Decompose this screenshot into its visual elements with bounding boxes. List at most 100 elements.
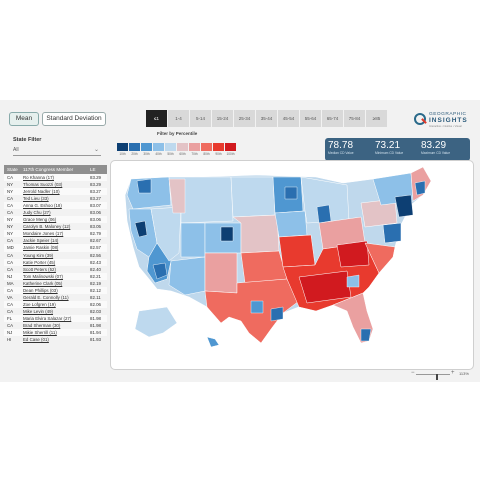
legend-item[interactable]: 60th xyxy=(177,143,188,156)
table-row[interactable]: NY Mondaire Jones (17) 82.79 xyxy=(4,230,107,238)
chevron-down-icon: ⌄ xyxy=(93,147,99,153)
table-row[interactable]: NJ Tom Malinowski (07) 82.21 xyxy=(4,272,107,280)
table-row[interactable]: CA Ted Lieu (33) 83.27 xyxy=(4,195,107,202)
cell-member[interactable]: Young Kim (39) xyxy=(23,252,53,259)
percentile-button[interactable]: 75-84 xyxy=(344,110,366,127)
table-row[interactable]: CA Zoe Lofgren (19) 82.06 xyxy=(4,300,107,308)
cell-member[interactable]: Grace Meng (06) xyxy=(23,216,56,223)
legend-label: 100th xyxy=(226,152,235,156)
table-row[interactable]: VA Gerald E. Connolly (11) 82.11 xyxy=(4,294,107,301)
cell-member[interactable]: Thomas Suozzi (03) xyxy=(23,181,62,188)
cell-member[interactable]: Jamie Raskin (08) xyxy=(23,244,58,251)
table-row[interactable]: CA Katie Porter (45) 82.43 xyxy=(4,258,107,266)
cell-member[interactable]: Mondaire Jones (17) xyxy=(23,230,63,237)
cell-member[interactable]: Tom Malinowski (07) xyxy=(23,273,63,280)
cell-member[interactable]: Brad Sherman (30) xyxy=(23,322,60,329)
cell-state: CA xyxy=(7,308,14,314)
legend-item[interactable]: 30th xyxy=(141,143,152,156)
table-row[interactable]: NY Jerrold Nadler (10) 83.27 xyxy=(4,188,107,196)
cell-member[interactable]: Ed Case (01) xyxy=(23,336,49,343)
legend-item[interactable]: 100th xyxy=(225,143,236,156)
percentile-button[interactable]: 25-34 xyxy=(234,110,256,127)
cell-member[interactable]: Mike Levin (49) xyxy=(23,308,53,315)
stats-card: 78.78 Median CD Value 73.21 Minimum CD Valu… xyxy=(325,138,470,161)
cell-member[interactable]: Carolyn B. Maloney (12) xyxy=(23,223,70,230)
cell-le: 81.94 xyxy=(90,330,101,336)
cell-member[interactable]: Ro Khanna (17) xyxy=(23,174,54,181)
cell-member[interactable]: Ted Lieu (33) xyxy=(23,195,49,202)
map-regions[interactable] xyxy=(124,166,432,348)
table-row[interactable]: FL Maria Elvira Salazar (27) 81.98 xyxy=(4,314,107,322)
cell-member[interactable]: Zoe Lofgren (19) xyxy=(23,301,56,308)
table-row[interactable]: CA Mike Levin (49) 82.03 xyxy=(4,308,107,315)
zoom-in-icon[interactable]: + xyxy=(451,370,455,376)
table-row[interactable]: CA Jackie Speier (14) 82.67 xyxy=(4,237,107,244)
table-row[interactable]: CA Dean Phillips (03) 82.12 xyxy=(4,286,107,294)
zoom-slider-knob[interactable] xyxy=(436,374,438,380)
cell-member[interactable]: Katherine Clark (05) xyxy=(23,280,62,287)
header-le[interactable]: LE xyxy=(90,165,96,174)
cell-member[interactable]: Scott Peters (52) xyxy=(23,266,56,273)
header-member[interactable]: 117th Congress Member xyxy=(23,165,73,174)
legend-item[interactable]: 80th xyxy=(201,143,212,156)
table-row[interactable]: NJ Mikie Sherrill (11) 81.94 xyxy=(4,329,107,337)
table-row[interactable]: CA Scott Peters (52) 82.40 xyxy=(4,266,107,273)
table-row[interactable]: MA Katherine Clark (05) 82.19 xyxy=(4,280,107,287)
zoom-slider[interactable] xyxy=(416,374,450,380)
percentile-button[interactable]: 45-54 xyxy=(278,110,300,127)
table-row[interactable]: CA Young Kim (39) 82.56 xyxy=(4,252,107,259)
percentile-button[interactable]: 65-74 xyxy=(322,110,344,127)
cell-state: HI xyxy=(7,337,12,343)
zoom-out-icon[interactable]: − xyxy=(411,370,415,376)
cell-member[interactable]: Jerrold Nadler (10) xyxy=(23,188,60,195)
us-district-map[interactable] xyxy=(111,161,473,369)
filter-by-percentile-label: Filter by Percentile xyxy=(157,131,198,136)
header-state[interactable]: State xyxy=(7,165,18,174)
table-row[interactable]: CA Anna G. Eshoo (18) 83.07 xyxy=(4,202,107,210)
table-row[interactable]: NY Grace Meng (06) 83.06 xyxy=(4,216,107,224)
cell-member[interactable]: Mikie Sherrill (11) xyxy=(23,329,57,336)
cell-member[interactable]: Dean Phillips (03) xyxy=(23,287,58,294)
legend-item[interactable]: 20th xyxy=(129,143,140,156)
percentile-button[interactable]: 5-14 xyxy=(190,110,212,127)
table-row[interactable]: MD Jamie Raskin (08) 82.57 xyxy=(4,244,107,252)
legend-swatch xyxy=(165,143,176,151)
legend-item[interactable]: 70th xyxy=(189,143,200,156)
cell-member[interactable]: Maria Elvira Salazar (27) xyxy=(23,315,71,322)
zoom-control: − + 113% xyxy=(411,370,473,380)
table-row[interactable]: CA Brad Sherman (30) 81.98 xyxy=(4,322,107,329)
table-row[interactable]: CA Ro Khanna (17) 83.29 xyxy=(4,174,107,182)
percentile-button[interactable]: 15-24 xyxy=(212,110,234,127)
color-legend: 10th 20th 30th 40th 50th 60th 70th 80th 90th 100t… xyxy=(117,143,237,156)
percentile-button[interactable]: ≥85 xyxy=(366,110,388,127)
percentile-button[interactable]: 1-4 xyxy=(168,110,190,127)
legend-item[interactable]: 10th xyxy=(117,143,128,156)
mean-button[interactable]: Mean xyxy=(9,112,39,126)
congress-member-table: State 117th Congress Member LE CA Ro Khan… xyxy=(4,165,107,343)
standard-deviation-button[interactable]: Standard Deviation xyxy=(42,112,106,126)
region-missouri xyxy=(278,234,316,268)
cell-member[interactable]: Jackie Speier (14) xyxy=(23,237,58,244)
cell-le: 82.06 xyxy=(90,301,101,307)
cell-member[interactable]: Gerald E. Connolly (11) xyxy=(23,294,69,301)
legend-label: 80th xyxy=(203,152,210,156)
cell-le: 82.40 xyxy=(90,266,101,272)
us-district-map-panel[interactable] xyxy=(110,160,474,370)
legend-item[interactable]: 90th xyxy=(213,143,224,156)
percentile-button[interactable]: 35-44 xyxy=(256,110,278,127)
legend-item[interactable]: 50th xyxy=(165,143,176,156)
table-row[interactable]: HI Ed Case (01) 81.93 xyxy=(4,336,107,343)
state-filter-dropdown[interactable]: All ⌄ xyxy=(13,146,101,156)
legend-item[interactable]: 40th xyxy=(153,143,164,156)
percentile-button[interactable]: ≤1 xyxy=(146,110,168,127)
percentile-button[interactable]: 55-64 xyxy=(300,110,322,127)
table-row[interactable]: CA Judy Chu (27) 83.06 xyxy=(4,209,107,216)
table-row[interactable]: NY Carolyn B. Maloney (12) 83.05 xyxy=(4,223,107,230)
region-denver xyxy=(220,226,234,242)
cell-member[interactable]: Katie Porter (45) xyxy=(23,259,55,266)
table-row[interactable]: NY Thomas Suozzi (03) 83.29 xyxy=(4,181,107,188)
cell-member[interactable]: Judy Chu (27) xyxy=(23,209,51,216)
region-houston xyxy=(270,306,284,322)
legend-label: 60th xyxy=(179,152,186,156)
cell-member[interactable]: Anna G. Eshoo (18) xyxy=(23,202,62,209)
